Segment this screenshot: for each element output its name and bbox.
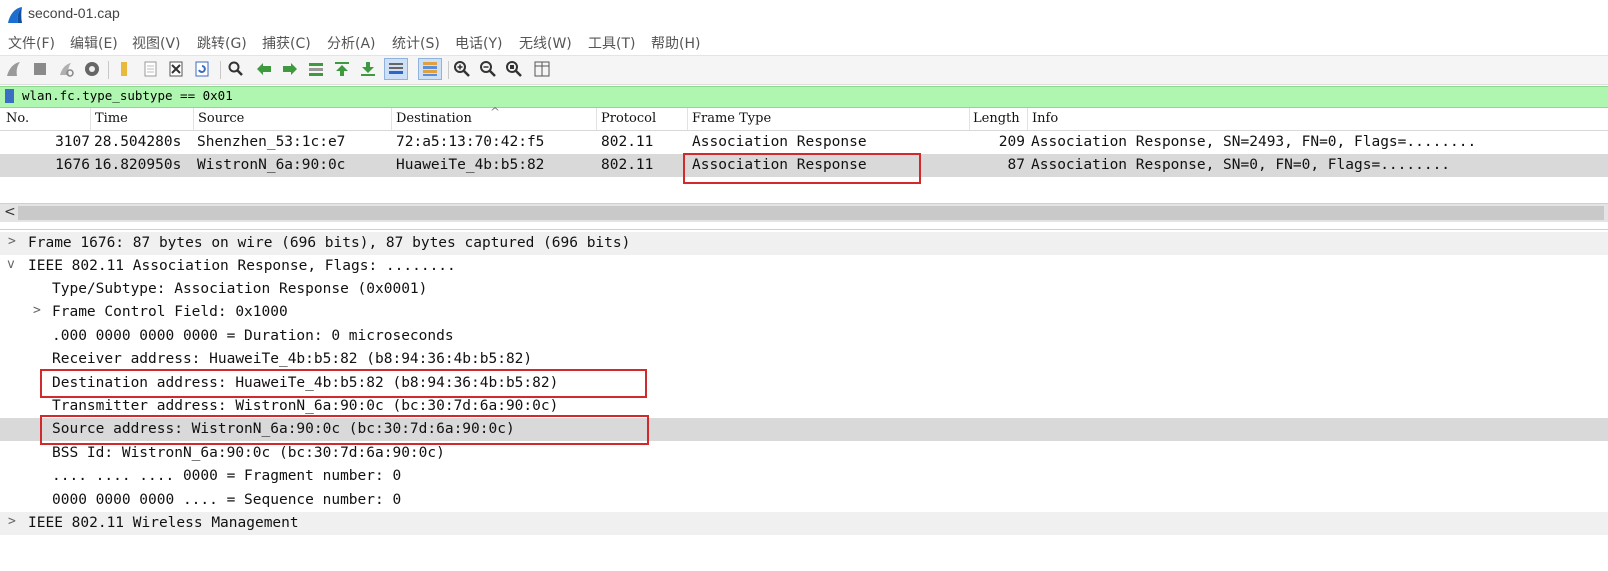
menu-capture[interactable]: 捕获(C) xyxy=(262,33,311,53)
packet-source: WistronN_6a:90:0c xyxy=(197,157,346,173)
menu-tools[interactable]: 工具(T) xyxy=(588,33,635,53)
menu-statistics[interactable]: 统计(S) xyxy=(392,33,440,53)
go-forward-icon[interactable] xyxy=(280,59,300,79)
sort-ascending-icon: ^ xyxy=(490,105,501,119)
expand-arrow-icon[interactable]: > xyxy=(8,234,16,249)
stop-capture-icon[interactable] xyxy=(30,59,50,79)
column-header-protocol[interactable]: Protocol xyxy=(601,111,656,126)
save-file-icon[interactable] xyxy=(140,59,160,79)
packet-list-header: No. Time Source Destination ^ Protocol F… xyxy=(0,105,1608,131)
field-duration: .000 0000 0000 0000 = Duration: 0 micros… xyxy=(52,328,454,344)
tree-node-frame[interactable]: > Frame 1676: 87 bytes on wire (696 bits… xyxy=(0,232,1608,255)
restart-capture-icon[interactable] xyxy=(56,59,76,79)
capture-options-icon[interactable] xyxy=(82,59,102,79)
window-title: second-01.cap xyxy=(28,5,120,21)
field-bss-id: BSS Id: WistronN_6a:90:0c (bc:30:7d:6a:9… xyxy=(52,445,445,461)
column-header-source[interactable]: Source xyxy=(198,111,244,126)
tree-field[interactable]: Type/Subtype: Association Response (0x00… xyxy=(0,278,1608,301)
collapse-arrow-icon[interactable]: v xyxy=(7,257,15,272)
packet-info: Association Response, SN=0, FN=0, Flags=… xyxy=(1031,157,1451,173)
column-header-destination[interactable]: Destination xyxy=(396,111,472,126)
title-bar: second-01.cap xyxy=(0,0,1608,30)
menu-view[interactable]: 视图(V) xyxy=(132,33,181,53)
packet-protocol: 802.11 xyxy=(601,134,654,150)
packet-list: No. Time Source Destination ^ Protocol F… xyxy=(0,105,1608,204)
go-first-icon[interactable] xyxy=(332,59,352,79)
menu-wireless[interactable]: 无线(W) xyxy=(519,33,572,53)
zoom-in-icon[interactable] xyxy=(452,59,472,79)
close-file-icon[interactable] xyxy=(166,59,186,79)
packet-no: 3107 xyxy=(55,134,90,150)
resize-columns-icon[interactable] xyxy=(532,59,552,79)
packet-length: 87 xyxy=(1007,157,1025,173)
expand-arrow-icon[interactable]: > xyxy=(8,514,16,529)
packet-list-hscrollbar[interactable]: < xyxy=(0,203,1608,222)
tree-node-label: Frame 1676: 87 bytes on wire (696 bits),… xyxy=(28,235,631,251)
annotation-box-destination xyxy=(40,369,647,398)
field-type-subtype: Type/Subtype: Association Response (0x00… xyxy=(52,281,428,297)
menu-analyze[interactable]: 分析(A) xyxy=(327,33,376,53)
column-header-frame-type[interactable]: Frame Type xyxy=(692,111,771,126)
field-transmitter-address: Transmitter address: WistronN_6a:90:0c (… xyxy=(52,398,559,414)
tree-field[interactable]: Receiver address: HuaweiTe_4b:b5:82 (b8:… xyxy=(0,348,1608,371)
packet-no: 1676 xyxy=(55,157,90,173)
menu-bar: 文件(F) 编辑(E) 视图(V) 跳转(G) 捕获(C) 分析(A) 统计(S… xyxy=(0,30,1608,55)
tree-node-ieee80211[interactable]: v IEEE 802.11 Association Response, Flag… xyxy=(0,255,1608,278)
tree-node-frame-control[interactable]: > Frame Control Field: 0x1000 xyxy=(0,301,1608,324)
packet-destination: 72:a5:13:70:42:f5 xyxy=(396,134,545,150)
display-filter-input[interactable]: wlan.fc.type_subtype == 0x01 xyxy=(22,88,233,103)
annotation-box-source xyxy=(40,415,649,445)
go-last-icon[interactable] xyxy=(358,59,378,79)
packet-frame-type: Association Response xyxy=(692,134,867,150)
packet-destination: HuaweiTe_4b:b5:82 xyxy=(396,157,545,173)
packet-protocol: 802.11 xyxy=(601,157,654,173)
zoom-reset-icon[interactable] xyxy=(504,59,524,79)
tree-node-wireless-management[interactable]: > IEEE 802.11 Wireless Management xyxy=(0,512,1608,535)
tree-field[interactable]: .... .... .... 0000 = Fragment number: 0 xyxy=(0,465,1608,488)
menu-telephony[interactable]: 电话(Y) xyxy=(455,33,502,53)
column-header-info[interactable]: Info xyxy=(1032,111,1058,126)
menu-go[interactable]: 跳转(G) xyxy=(197,33,247,53)
reload-file-icon[interactable] xyxy=(192,59,212,79)
packet-details-tree: > Frame 1676: 87 bytes on wire (696 bits… xyxy=(0,229,1608,571)
packet-time: 28.504280s xyxy=(94,134,182,150)
start-capture-icon[interactable] xyxy=(4,59,24,79)
menu-help[interactable]: 帮助(H) xyxy=(651,33,700,53)
field-sequence-number: 0000 0000 0000 .... = Sequence number: 0 xyxy=(52,492,402,508)
column-header-length[interactable]: Length xyxy=(973,111,1020,126)
autoscroll-icon[interactable] xyxy=(384,58,408,80)
scrollbar-thumb[interactable] xyxy=(18,206,1604,220)
zoom-out-icon[interactable] xyxy=(478,59,498,79)
menu-edit[interactable]: 编辑(E) xyxy=(70,33,118,53)
go-back-icon[interactable] xyxy=(254,59,274,79)
tree-field[interactable]: .000 0000 0000 0000 = Duration: 0 micros… xyxy=(0,325,1608,348)
find-packet-icon[interactable] xyxy=(226,59,246,79)
packet-source: Shenzhen_53:1c:e7 xyxy=(197,134,346,150)
field-fragment-number: .... .... .... 0000 = Fragment number: 0 xyxy=(52,468,402,484)
colorize-icon[interactable] xyxy=(418,58,442,80)
tree-field[interactable]: 0000 0000 0000 .... = Sequence number: 0 xyxy=(0,489,1608,512)
column-header-no[interactable]: No. xyxy=(6,111,29,126)
tree-node-label: IEEE 802.11 Association Response, Flags:… xyxy=(28,258,456,274)
expand-arrow-icon[interactable]: > xyxy=(33,303,41,318)
packet-length: 209 xyxy=(998,134,1025,150)
wireshark-logo-icon xyxy=(8,7,22,23)
display-filter-bar: wlan.fc.type_subtype == 0x01 xyxy=(0,86,1608,108)
open-file-icon[interactable] xyxy=(114,59,134,79)
field-frame-control: Frame Control Field: 0x1000 xyxy=(52,304,288,320)
packet-time: 16.820950s xyxy=(94,157,182,173)
field-receiver-address: Receiver address: HuaweiTe_4b:b5:82 (b8:… xyxy=(52,351,533,367)
scroll-left-arrow-icon[interactable]: < xyxy=(4,204,16,220)
column-header-time[interactable]: Time xyxy=(95,111,128,126)
annotation-box-frame-type xyxy=(683,153,921,184)
bookmark-icon[interactable] xyxy=(5,89,14,103)
packet-row[interactable]: 3107 28.504280s Shenzhen_53:1c:e7 72:a5:… xyxy=(0,131,1608,154)
main-toolbar xyxy=(0,55,1608,85)
packet-info: Association Response, SN=2493, FN=0, Fla… xyxy=(1031,134,1477,150)
menu-file[interactable]: 文件(F) xyxy=(8,33,55,53)
tree-field[interactable]: BSS Id: WistronN_6a:90:0c (bc:30:7d:6a:9… xyxy=(0,442,1608,465)
go-to-packet-icon[interactable] xyxy=(306,59,326,79)
tree-node-label: IEEE 802.11 Wireless Management xyxy=(28,515,299,531)
